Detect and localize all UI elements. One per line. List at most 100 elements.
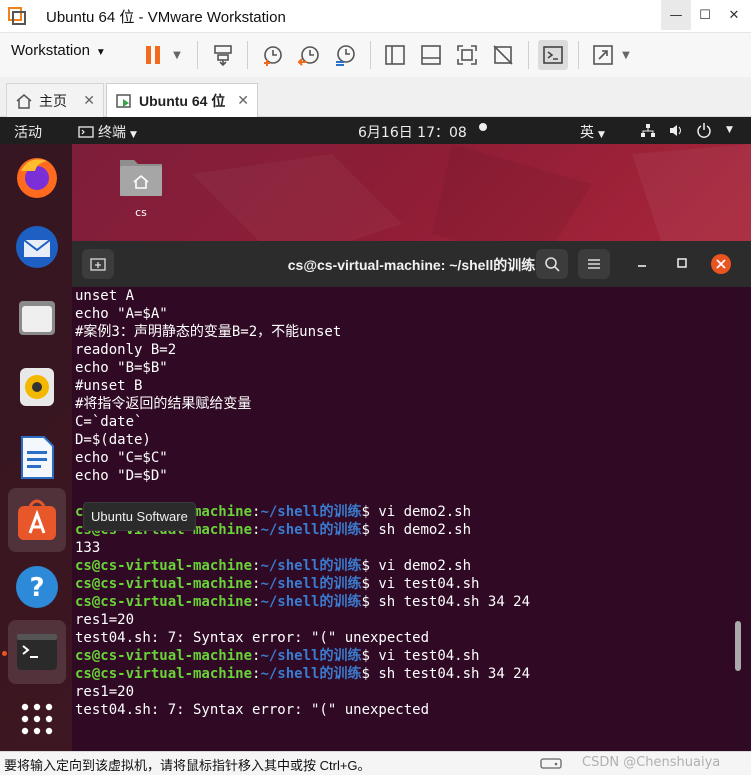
show-thumbnail-bar-button[interactable] — [416, 40, 446, 70]
stretch-dropdown-button[interactable]: ▼ — [616, 40, 636, 70]
revert-clock-icon — [297, 46, 319, 66]
unity-mode-button[interactable] — [488, 40, 518, 70]
terminal-close-button[interactable] — [711, 254, 731, 274]
prompt-command: $ vi demo2.sh — [361, 504, 472, 520]
terminal-output-line: D=$(date) — [75, 432, 151, 448]
prompt-command: $ vi demo2.sh — [361, 558, 472, 574]
window-title: Ubuntu 64 位 - VMware Workstation — [46, 9, 286, 26]
input-method-indicator[interactable]: 英 ▼ — [580, 122, 605, 142]
chevron-down-icon[interactable]: ▼ — [726, 125, 733, 135]
dock-help[interactable]: ? — [8, 558, 66, 616]
close-button[interactable]: ✕ — [719, 0, 749, 30]
watermark: CSDN @Chenshuaiya — [582, 755, 721, 770]
toolbar-divider — [370, 41, 371, 69]
terminal-output-line: C=`date` — [75, 414, 143, 430]
tab-home[interactable]: 主页 ✕ — [6, 83, 104, 117]
snapshot-manager-button[interactable] — [330, 40, 360, 70]
dock-libreoffice-writer[interactable] — [8, 428, 66, 486]
ubuntu-dock: ? — [0, 144, 72, 751]
clock[interactable]: 6月16日 17：08 — [358, 122, 467, 142]
prompt-user: cs@cs-virtual-machine — [75, 666, 253, 682]
terminal-prompt-line: cs@cs-virtual-machine:~/shell的训练$ vi dem… — [75, 557, 471, 575]
prompt-path: ~/shell的训练 — [260, 666, 362, 682]
terminal-small-icon — [78, 126, 94, 138]
full-screen-button[interactable] — [452, 40, 482, 70]
unity-disabled-icon — [493, 45, 513, 65]
terminal-search-button[interactable] — [536, 249, 568, 279]
suspend-button[interactable] — [140, 40, 170, 70]
send-ctrl-alt-del-button[interactable] — [208, 40, 238, 70]
tab-ubuntu-vm[interactable]: Ubuntu 64 位 ✕ — [106, 83, 258, 117]
stretch-icon — [593, 45, 613, 65]
prompt-path: ~/shell的训练 — [260, 504, 362, 520]
maximize-button[interactable]: ☐ — [690, 0, 720, 30]
dock-thunderbird[interactable] — [8, 218, 66, 276]
take-snapshot-button[interactable] — [258, 40, 288, 70]
snapshot-clock-icon — [264, 46, 282, 66]
power-dropdown-button[interactable]: ▼ — [167, 40, 187, 70]
fullscreen-icon — [457, 45, 477, 65]
close-tab-icon[interactable]: ✕ — [83, 92, 95, 109]
terminal-prompt-line: cs@cs-virtual-machine:~/shell的训练$ vi tes… — [75, 647, 479, 665]
thunderbird-icon — [16, 226, 58, 268]
help-icon: ? — [16, 566, 58, 608]
stretch-guest-button[interactable] — [588, 40, 618, 70]
desktop-home-folder[interactable]: cs — [118, 154, 164, 219]
terminal-window[interactable]: cs@cs-virtual-machine: ~/shell的训练 unset … — [72, 241, 751, 751]
terminal-icon — [17, 634, 57, 670]
show-applications-button[interactable] — [8, 690, 66, 748]
dock-rhythmbox[interactable] — [8, 358, 66, 416]
show-library-button[interactable] — [380, 40, 410, 70]
terminal-output-line: test04.sh: 7: Syntax error: "(" unexpect… — [75, 630, 430, 646]
revert-snapshot-button[interactable] — [294, 40, 324, 70]
toolbar-divider — [578, 41, 579, 69]
ubuntu-software-icon — [18, 499, 56, 540]
dock-firefox[interactable] — [8, 148, 66, 206]
dock-ubuntu-software[interactable] — [8, 488, 66, 552]
vm-console[interactable]: 活动 终端 ▼ 6月16日 17：08 英 ▼ ▼ ? cs cs@cs-vir… — [0, 117, 751, 751]
chevron-down-icon: ▼ — [130, 130, 137, 140]
terminal-minimize-button[interactable] — [632, 253, 652, 273]
terminal-prompt-line: cs@cs-virtual-machine:~/shell的训练$ sh tes… — [75, 665, 530, 683]
prompt-command: $ sh demo2.sh — [361, 522, 472, 538]
prompt-user: cs@cs-virtual-machine — [75, 594, 253, 610]
dock-terminal[interactable] — [8, 620, 66, 684]
workstation-menu-button[interactable]: Workstation ▼ — [11, 42, 106, 59]
prompt-command: $ vi test04.sh — [361, 576, 480, 592]
prompt-command: $ vi test04.sh — [361, 648, 480, 664]
svg-text:?: ? — [29, 573, 44, 603]
dock-files[interactable] — [8, 288, 66, 346]
terminal-output-line: echo "B=$B" — [75, 360, 168, 376]
hard-disk-icon[interactable] — [540, 756, 562, 770]
chevron-down-icon: ▼ — [95, 47, 106, 58]
prompt-path: ~/shell的训练 — [260, 558, 362, 574]
terminal-output-line: echo "C=$C" — [75, 450, 168, 466]
prompt-user: cs@cs-virtual-machine — [75, 648, 253, 664]
terminal-maximize-button[interactable] — [672, 253, 692, 273]
terminal-output-line: 133 — [75, 540, 101, 556]
tab-strip: 主页 ✕ Ubuntu 64 位 ✕ — [0, 78, 751, 117]
terminal-output-line: res1=20 — [75, 612, 135, 628]
prompt-path: ~/shell的训练 — [260, 576, 362, 592]
desktop-icon-label: cs — [135, 206, 147, 219]
tab-label: 主页 — [39, 92, 67, 109]
terminal-app-menu[interactable]: 终端 ▼ — [78, 122, 137, 142]
terminal-scrollbar[interactable] — [735, 621, 741, 671]
activities-button[interactable]: 活动 — [14, 122, 42, 142]
close-tab-icon[interactable]: ✕ — [237, 92, 249, 109]
terminal-output-line: echo "D=$D" — [75, 468, 168, 484]
toolbar-divider — [247, 41, 248, 69]
power-icon[interactable] — [696, 122, 712, 138]
terminal-menu-button[interactable] — [578, 249, 610, 279]
terminal-headerbar: cs@cs-virtual-machine: ~/shell的训练 — [72, 241, 751, 287]
terminal-output-line: echo "A=$A" — [75, 306, 168, 322]
volume-icon[interactable] — [668, 123, 684, 138]
tab-label: Ubuntu 64 位 — [139, 92, 226, 109]
vmware-logo-icon — [8, 7, 26, 25]
prompt-path: ~/shell的训练 — [260, 594, 362, 610]
console-icon — [543, 46, 563, 64]
chevron-down-icon: ▼ — [173, 49, 181, 61]
console-view-button[interactable] — [538, 40, 568, 70]
minimize-button[interactable]: — — [661, 0, 691, 30]
network-icon[interactable] — [640, 123, 656, 138]
